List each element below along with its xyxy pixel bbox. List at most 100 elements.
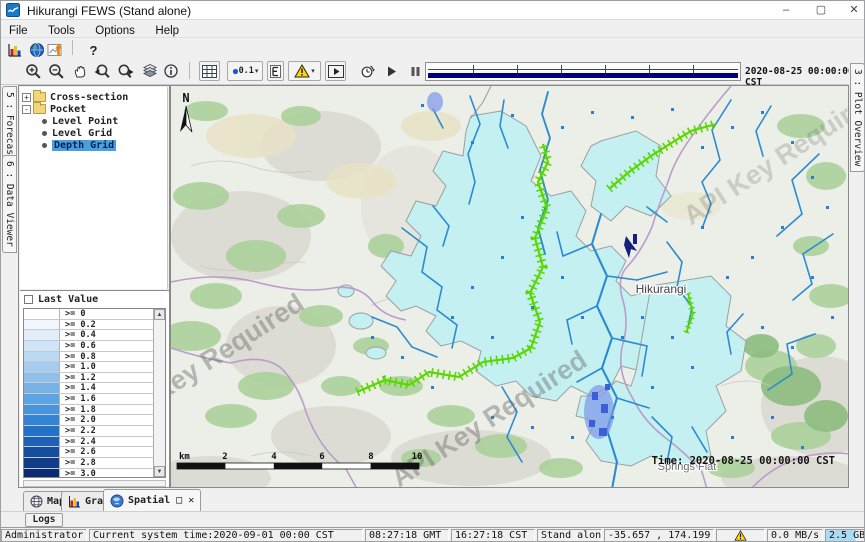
layers-button[interactable] xyxy=(139,61,160,81)
map-display-button[interactable] xyxy=(26,40,47,60)
legend-row[interactable]: >= 0.6 xyxy=(24,341,154,352)
labels-toggle-button[interactable] xyxy=(267,61,284,81)
legend-row[interactable]: >= 2.0 xyxy=(24,415,154,426)
legend-row[interactable]: >= 2.8 xyxy=(24,458,154,469)
close-button[interactable]: ✕ xyxy=(839,1,865,19)
bullet-icon xyxy=(42,131,47,136)
tab-maximize-icon[interactable]: □ xyxy=(176,495,182,506)
status-gmt-time: 08:27:18 GMT xyxy=(365,529,449,542)
title-bar: Hikurangi FEWS (Stand alone) – ▢ ✕ xyxy=(1,1,865,20)
legend-row[interactable]: >= 0.4 xyxy=(24,330,154,341)
tab-close-icon[interactable]: ✕ xyxy=(188,495,194,506)
data-viewer-panel: + Cross-section - Pocket Level Point Lev… xyxy=(18,85,170,488)
dot-icon xyxy=(232,68,239,75)
zoom-next-button[interactable] xyxy=(115,61,136,81)
thresholds-dropdown[interactable]: ▾ xyxy=(288,61,321,81)
right-tab-strip: 3 : Plot Overview xyxy=(849,59,865,488)
menu-file[interactable]: File xyxy=(1,23,36,37)
map-toolbar: 0.1 ▾ ▾ xyxy=(1,59,865,85)
fews-logo-icon xyxy=(6,3,20,17)
legend-row[interactable]: >= 0.2 xyxy=(24,320,154,331)
legend-row[interactable]: >= 1.2 xyxy=(24,373,154,384)
status-memory: 2.5 GB xyxy=(825,529,865,542)
legend-class-list[interactable]: >= 0 >= 0.2 >= 0.4 >= 0.6 >= 0.8 >= 1.0 … xyxy=(23,308,166,478)
grid-display-button[interactable] xyxy=(199,61,220,81)
tree-item-label-selected: Depth Grid xyxy=(52,140,116,151)
legend-swatch xyxy=(24,373,60,383)
tree-item-label: Cross-section xyxy=(50,92,128,103)
tree-item-label: Level Point xyxy=(52,116,118,127)
class-interval-dropdown[interactable]: 0.1 ▾ xyxy=(227,61,263,81)
help-button[interactable]: ? xyxy=(83,40,104,60)
svg-text:4: 4 xyxy=(271,452,277,462)
last-value-checkbox[interactable] xyxy=(24,295,33,304)
legend-row[interactable]: >= 1.4 xyxy=(24,383,154,394)
expand-icon[interactable]: + xyxy=(22,93,31,102)
play-button[interactable] xyxy=(381,61,402,81)
svg-text:8: 8 xyxy=(368,452,373,462)
legend-swatch xyxy=(24,352,60,362)
maximize-button[interactable]: ▢ xyxy=(806,1,836,19)
collapse-icon[interactable]: - xyxy=(22,105,31,114)
info-button[interactable] xyxy=(160,61,181,81)
pan-button[interactable] xyxy=(69,61,90,81)
menu-help[interactable]: Help xyxy=(147,23,187,37)
legend-swatch xyxy=(24,394,60,404)
time-slider[interactable] xyxy=(425,62,741,81)
legend-row[interactable]: >= 2.2 xyxy=(24,426,154,437)
svg-text:km: km xyxy=(179,452,190,462)
legend-row[interactable]: >= 3.0 xyxy=(24,469,154,478)
animation-settings-button[interactable] xyxy=(356,61,377,81)
zoom-previous-button[interactable] xyxy=(92,61,113,81)
legend-swatch xyxy=(24,426,60,436)
tree-item-level-grid[interactable]: Level Grid xyxy=(22,127,112,139)
play-icon xyxy=(385,65,398,78)
legend-swatch xyxy=(24,469,60,478)
toolbar-separator xyxy=(72,40,73,55)
legend-swatch xyxy=(24,362,60,372)
logs-button[interactable]: Logs xyxy=(25,513,63,527)
legend-panel: Last Value >= 0 >= 0.2 >= 0.4 >= 0.6 >= … xyxy=(20,290,169,487)
tab-plot-overview[interactable]: 3 : Plot Overview xyxy=(850,63,865,172)
legend-swatch xyxy=(24,309,60,319)
menu-tools[interactable]: Tools xyxy=(40,23,83,37)
legend-row[interactable]: >= 1.0 xyxy=(24,362,154,373)
tab-spatial[interactable]: Spatial □ ✕ xyxy=(103,489,201,511)
legend-row[interactable]: >= 2.4 xyxy=(24,437,154,448)
info-icon xyxy=(163,63,179,79)
map-canvas[interactable]: API Key Required API Key Required API Ke… xyxy=(170,85,849,488)
legend-horizontal-scrollbar[interactable] xyxy=(23,480,166,487)
tree-item-depth-grid[interactable]: Depth Grid xyxy=(22,139,116,151)
legend-swatch xyxy=(24,437,60,447)
tab-data-viewer[interactable]: 6 : Data Viewer xyxy=(2,155,17,253)
window-title: Hikurangi FEWS (Stand alone) xyxy=(27,4,191,18)
filter-tree[interactable]: + Cross-section - Pocket Level Point Lev… xyxy=(20,87,168,289)
legend-swatch xyxy=(24,320,60,330)
menu-options[interactable]: Options xyxy=(87,23,143,37)
legend-row[interactable]: >= 2.6 xyxy=(24,447,154,458)
legend-row[interactable]: >= 1.8 xyxy=(24,405,154,416)
tree-item-label: Level Grid xyxy=(52,128,112,139)
left-tab-strip: 5 : Forecast 6 : Data Viewer xyxy=(1,85,18,488)
scroll-down-icon[interactable]: ▼ xyxy=(154,466,165,477)
legend-row[interactable]: >= 0.8 xyxy=(24,352,154,363)
legend-vertical-scrollbar[interactable]: ▲ ▼ xyxy=(153,309,165,477)
animation-window-button[interactable] xyxy=(325,61,346,81)
zoom-previous-icon xyxy=(94,63,111,80)
spatial-display-button[interactable] xyxy=(45,40,66,60)
scroll-up-icon[interactable]: ▲ xyxy=(154,309,165,320)
legend-swatch xyxy=(24,458,60,468)
legend-row[interactable]: >= 0 xyxy=(24,309,154,320)
interval-value: 0.1 xyxy=(239,66,254,76)
zoom-in-button[interactable] xyxy=(23,61,44,81)
legend-row[interactable]: >= 1.6 xyxy=(24,394,154,405)
zoom-out-button[interactable] xyxy=(46,61,67,81)
tree-item-pocket[interactable]: - Pocket xyxy=(22,103,86,115)
tree-item-level-point[interactable]: Level Point xyxy=(22,115,118,127)
minimize-button[interactable]: – xyxy=(771,1,801,19)
pause-button[interactable] xyxy=(405,61,426,81)
folder-icon xyxy=(33,92,46,102)
status-warning[interactable] xyxy=(716,529,765,542)
timeseries-display-button[interactable] xyxy=(4,40,25,60)
layers-icon xyxy=(142,63,158,79)
